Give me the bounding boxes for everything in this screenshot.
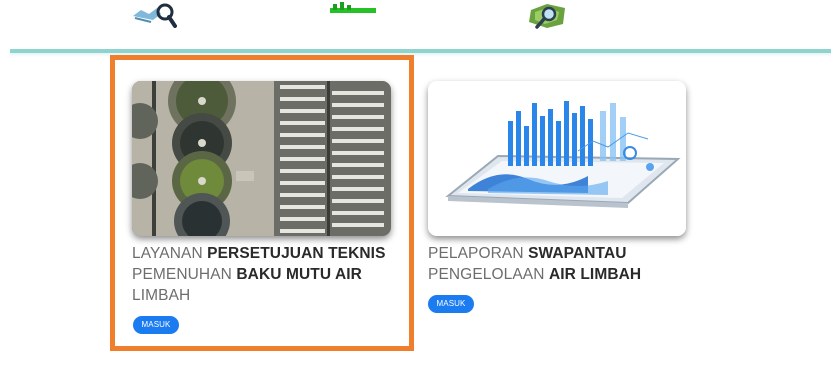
card-title: PELAPORAN SWAPANTAU PENGELOLAAN AIR LIMB… (428, 243, 698, 285)
wastewater-treatment-image[interactable] (132, 81, 391, 236)
masuk-daftar-button[interactable]: MASUK / DAFTAR (428, 295, 475, 344)
card-title: LAYANAN PERSETUJUAN TEKNIS PEMENUHAN BAK… (132, 243, 402, 306)
card-title-line: PEMENUHAN BAKU MUTU AIR (132, 266, 362, 283)
chart-icon[interactable] (330, 0, 376, 14)
tablet-analytics-image[interactable] (428, 81, 686, 236)
card-title-line: PENGELOLAAN AIR LIMBAH (428, 266, 642, 283)
map-magnifier-icon[interactable] (527, 0, 569, 30)
card-title-line: PELAPORAN SWAPANTAU (428, 245, 627, 262)
masuk-daftar-button[interactable]: MASUK / DAFTAR (133, 316, 180, 365)
map-search-icon[interactable] (131, 0, 177, 28)
card-title-line: LAYANAN PERSETUJUAN TEKNIS (132, 245, 386, 262)
card-title-line: LIMBAH (132, 287, 191, 304)
